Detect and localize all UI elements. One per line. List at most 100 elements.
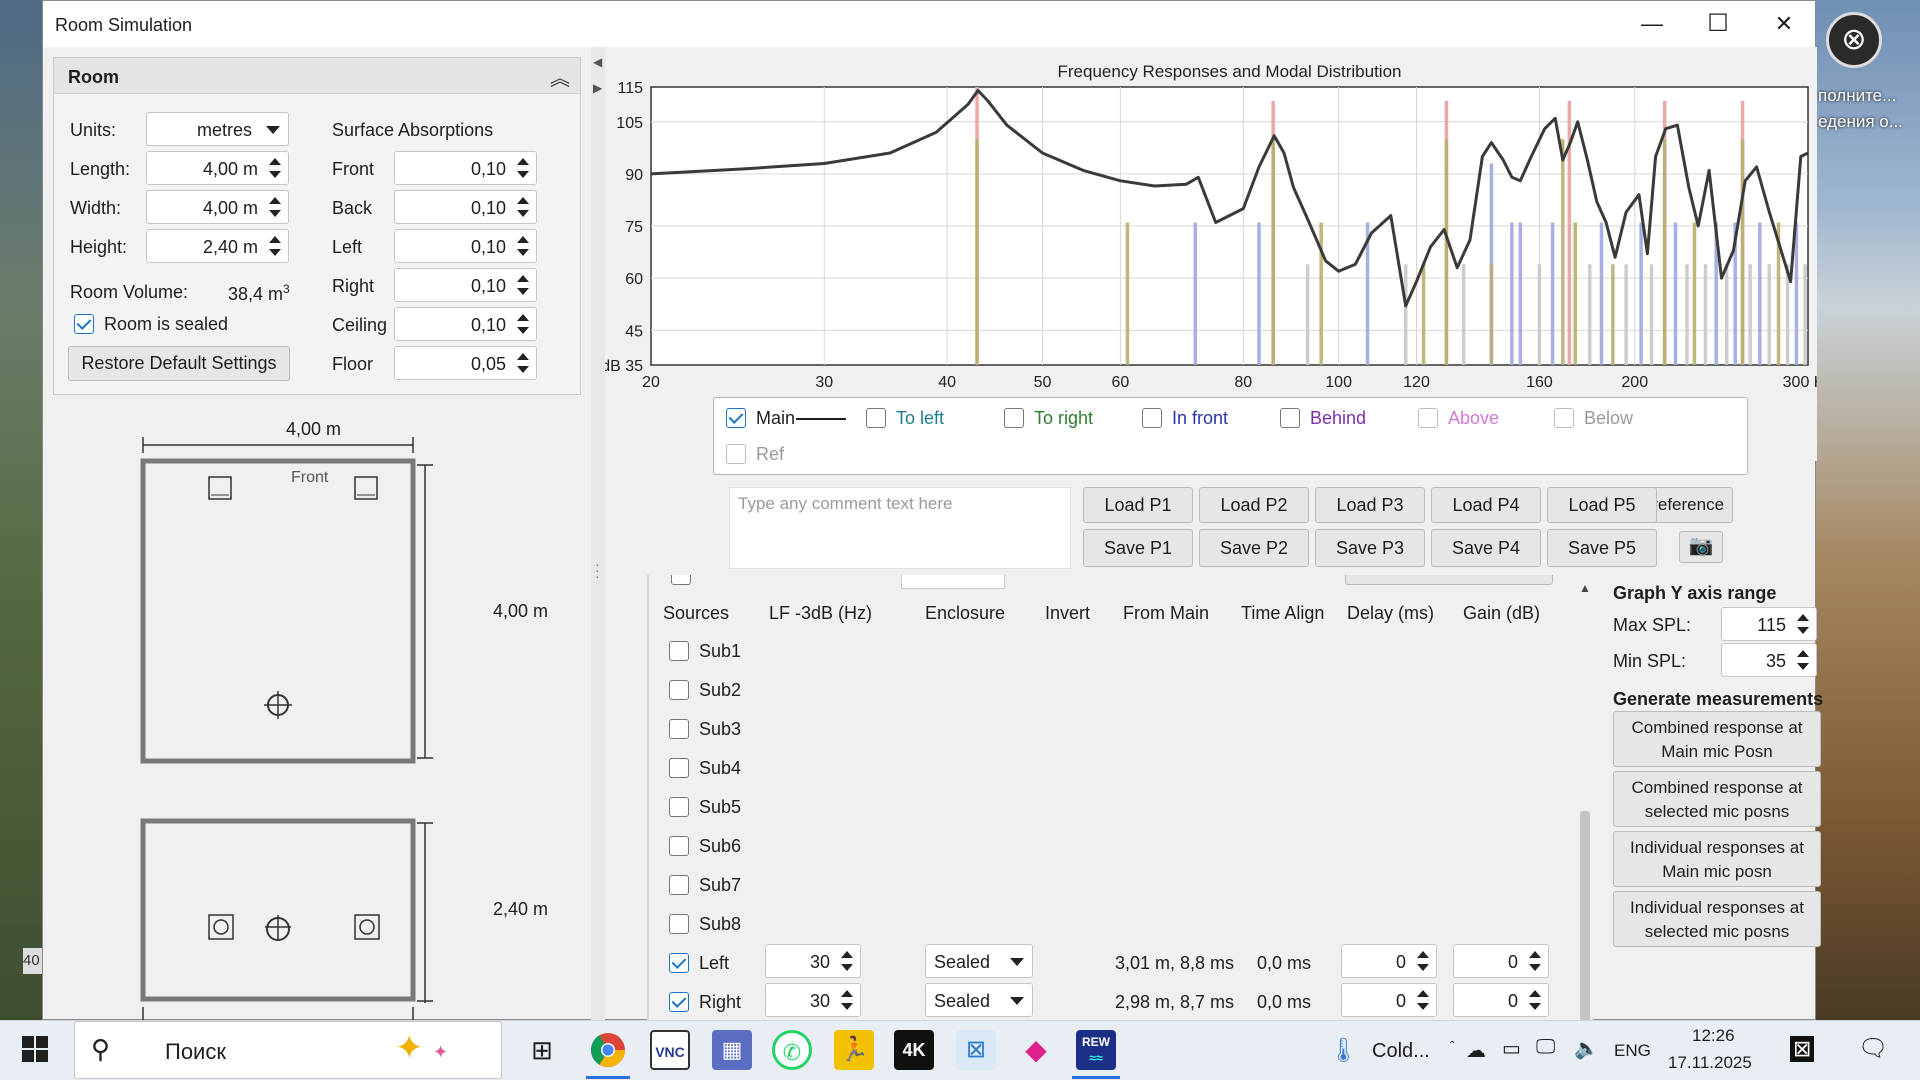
legend-checkbox-below[interactable] — [1554, 408, 1574, 428]
rew-icon[interactable]: REW ≈≈ — [1076, 1030, 1116, 1070]
grip-dots-icon[interactable]: · · · — [595, 557, 600, 583]
clipped-field[interactable] — [901, 575, 1005, 589]
legend-checkbox-main[interactable] — [726, 408, 746, 428]
spin-arrows-icon[interactable] — [1526, 947, 1544, 975]
absorption-spinbox-floor[interactable]: 0,05 — [394, 346, 537, 380]
restore-default-button[interactable]: Restore Default Settings — [68, 346, 290, 381]
scroll-up-icon[interactable]: ▲ — [1579, 581, 1591, 595]
spin-arrows-icon[interactable] — [838, 947, 856, 975]
max-spl-spinbox[interactable]: 115 — [1721, 607, 1817, 641]
right-speaker-icon[interactable] — [354, 476, 378, 500]
save-button-p4[interactable]: Save P4 — [1431, 529, 1541, 567]
clock-date[interactable]: 17.11.2025 — [1668, 1053, 1752, 1073]
sub-checkbox-1[interactable] — [669, 641, 689, 661]
delay-spinbox-left[interactable]: 0 — [1341, 944, 1437, 978]
mic-side-icon[interactable] — [265, 915, 291, 941]
desktop-app-icon[interactable]: ⊗ — [1826, 12, 1882, 68]
legend-checkbox-ref[interactable] — [726, 444, 746, 464]
spin-arrows-icon[interactable] — [838, 986, 856, 1014]
spin-arrows-icon[interactable] — [266, 232, 284, 260]
splitter-handle[interactable]: ◀ ▶ · · · — [591, 47, 605, 1021]
speaker-checkbox-left[interactable] — [669, 953, 689, 973]
room-panel-header[interactable]: Room ︽ — [54, 58, 580, 94]
generate-button-3[interactable]: Individual responses at Main mic posn — [1613, 831, 1821, 887]
spin-arrows-icon[interactable] — [514, 193, 532, 221]
spin-arrows-icon[interactable] — [1526, 986, 1544, 1014]
windows-start-icon[interactable] — [22, 1036, 48, 1062]
expand-right-icon[interactable]: ▶ — [593, 81, 602, 95]
lf-spinbox-left[interactable]: 30 — [765, 944, 861, 978]
minimize-button[interactable]: — — [1619, 1, 1685, 47]
spin-arrows-icon[interactable] — [514, 154, 532, 182]
right-speaker-side-icon[interactable] — [354, 914, 380, 940]
height-spinbox[interactable]: 2,40 m — [146, 229, 289, 263]
load-button-p2[interactable]: Load P2 — [1199, 487, 1309, 523]
room-sealed-checkbox[interactable] — [74, 314, 94, 334]
legend-checkbox-above[interactable] — [1418, 408, 1438, 428]
absorption-spinbox-front[interactable]: 0,10 — [394, 151, 537, 185]
title-bar[interactable]: Room Simulation — ☐ ✕ — [43, 1, 1815, 47]
spin-arrows-icon[interactable] — [514, 310, 532, 338]
enclosure-select-left[interactable]: Sealed — [925, 944, 1033, 978]
comment-textarea[interactable]: Type any comment text here — [729, 487, 1071, 569]
onedrive-icon[interactable]: ☁ — [1466, 1038, 1486, 1063]
lf-spinbox-right[interactable]: 30 — [765, 983, 861, 1017]
gain-spinbox-right[interactable]: 0 — [1453, 983, 1549, 1017]
delay-spinbox-right[interactable]: 0 — [1341, 983, 1437, 1017]
absorption-spinbox-ceiling[interactable]: 0,10 — [394, 307, 537, 341]
enclosure-select-right[interactable]: Sealed — [925, 983, 1033, 1017]
tray-overflow-icon[interactable]: ˆ — [1450, 1038, 1455, 1054]
vnc-icon[interactable]: VNC — [650, 1030, 690, 1070]
min-spl-spinbox[interactable]: 35 — [1721, 643, 1817, 677]
save-button-p5[interactable]: Save P5 — [1547, 529, 1657, 567]
sub-checkbox-6[interactable] — [669, 836, 689, 856]
width-spinbox[interactable]: 4,00 m — [146, 190, 289, 224]
spin-arrows-icon[interactable] — [514, 232, 532, 260]
load-button-p3[interactable]: Load P3 — [1315, 487, 1425, 523]
sub-checkbox-5[interactable] — [669, 797, 689, 817]
sub-checkbox-8[interactable] — [669, 914, 689, 934]
legend-checkbox-to-left[interactable] — [866, 408, 886, 428]
box-app-icon[interactable]: ⊠ — [956, 1030, 996, 1070]
sub-checkbox-2[interactable] — [669, 680, 689, 700]
length-spinbox[interactable]: 4,00 m — [146, 151, 289, 185]
load-button-p4[interactable]: Load P4 — [1431, 487, 1541, 523]
spin-arrows-icon[interactable] — [266, 193, 284, 221]
speaker-checkbox-right[interactable] — [669, 992, 689, 1012]
network-icon[interactable]: 🖵 — [1536, 1036, 1555, 1059]
collapse-chevron-icon[interactable]: ︽ — [550, 62, 570, 91]
sub-checkbox-7[interactable] — [669, 875, 689, 895]
notifications-icon[interactable]: 🗨 — [1858, 1034, 1888, 1063]
gain-spinbox-left[interactable]: 0 — [1453, 944, 1549, 978]
whatsapp-icon[interactable]: ✆ — [772, 1030, 812, 1070]
left-speaker-icon[interactable] — [208, 476, 232, 500]
battery-icon[interactable]: ▭ — [1502, 1036, 1521, 1061]
taskbar-search-box[interactable]: ⚲ Поиск ✦ ✦ — [74, 1021, 502, 1079]
legend-checkbox-to-right[interactable] — [1004, 408, 1024, 428]
color-app-icon[interactable]: ◆ — [1016, 1030, 1056, 1070]
volume-icon[interactable]: 🔈 — [1574, 1036, 1599, 1061]
weather-text[interactable]: Cold... — [1372, 1040, 1430, 1063]
save-button-p1[interactable]: Save P1 — [1083, 529, 1193, 567]
absorption-spinbox-back[interactable]: 0,10 — [394, 190, 537, 224]
sub-checkbox-3[interactable] — [669, 719, 689, 739]
absorption-spinbox-right[interactable]: 0,10 — [394, 268, 537, 302]
spin-arrows-icon[interactable] — [514, 271, 532, 299]
calculator-icon[interactable]: ▦ — [712, 1030, 752, 1070]
spin-arrows-icon[interactable] — [1794, 610, 1812, 638]
clock-time[interactable]: 12:26 — [1692, 1026, 1735, 1046]
legend-checkbox-behind[interactable] — [1280, 408, 1300, 428]
chrome-icon[interactable] — [588, 1030, 628, 1070]
maximize-button[interactable]: ☐ — [1685, 1, 1751, 47]
scrollbar-thumb[interactable] — [1580, 811, 1590, 1021]
generate-button-4[interactable]: Individual responses at selected mic posn… — [1613, 891, 1821, 947]
main-mic-icon[interactable] — [264, 691, 292, 719]
save-button-p3[interactable]: Save P3 — [1315, 529, 1425, 567]
language-indicator[interactable]: ENG — [1614, 1041, 1651, 1061]
spin-arrows-icon[interactable] — [266, 154, 284, 182]
exit-app-icon[interactable]: 🏃 — [834, 1030, 874, 1070]
weather-icon[interactable]: 🌡 — [1328, 1036, 1358, 1065]
save-button-p2[interactable]: Save P2 — [1199, 529, 1309, 567]
generate-button-1[interactable]: Combined response at Main mic Posn — [1613, 711, 1821, 767]
spin-arrows-icon[interactable] — [1414, 986, 1432, 1014]
